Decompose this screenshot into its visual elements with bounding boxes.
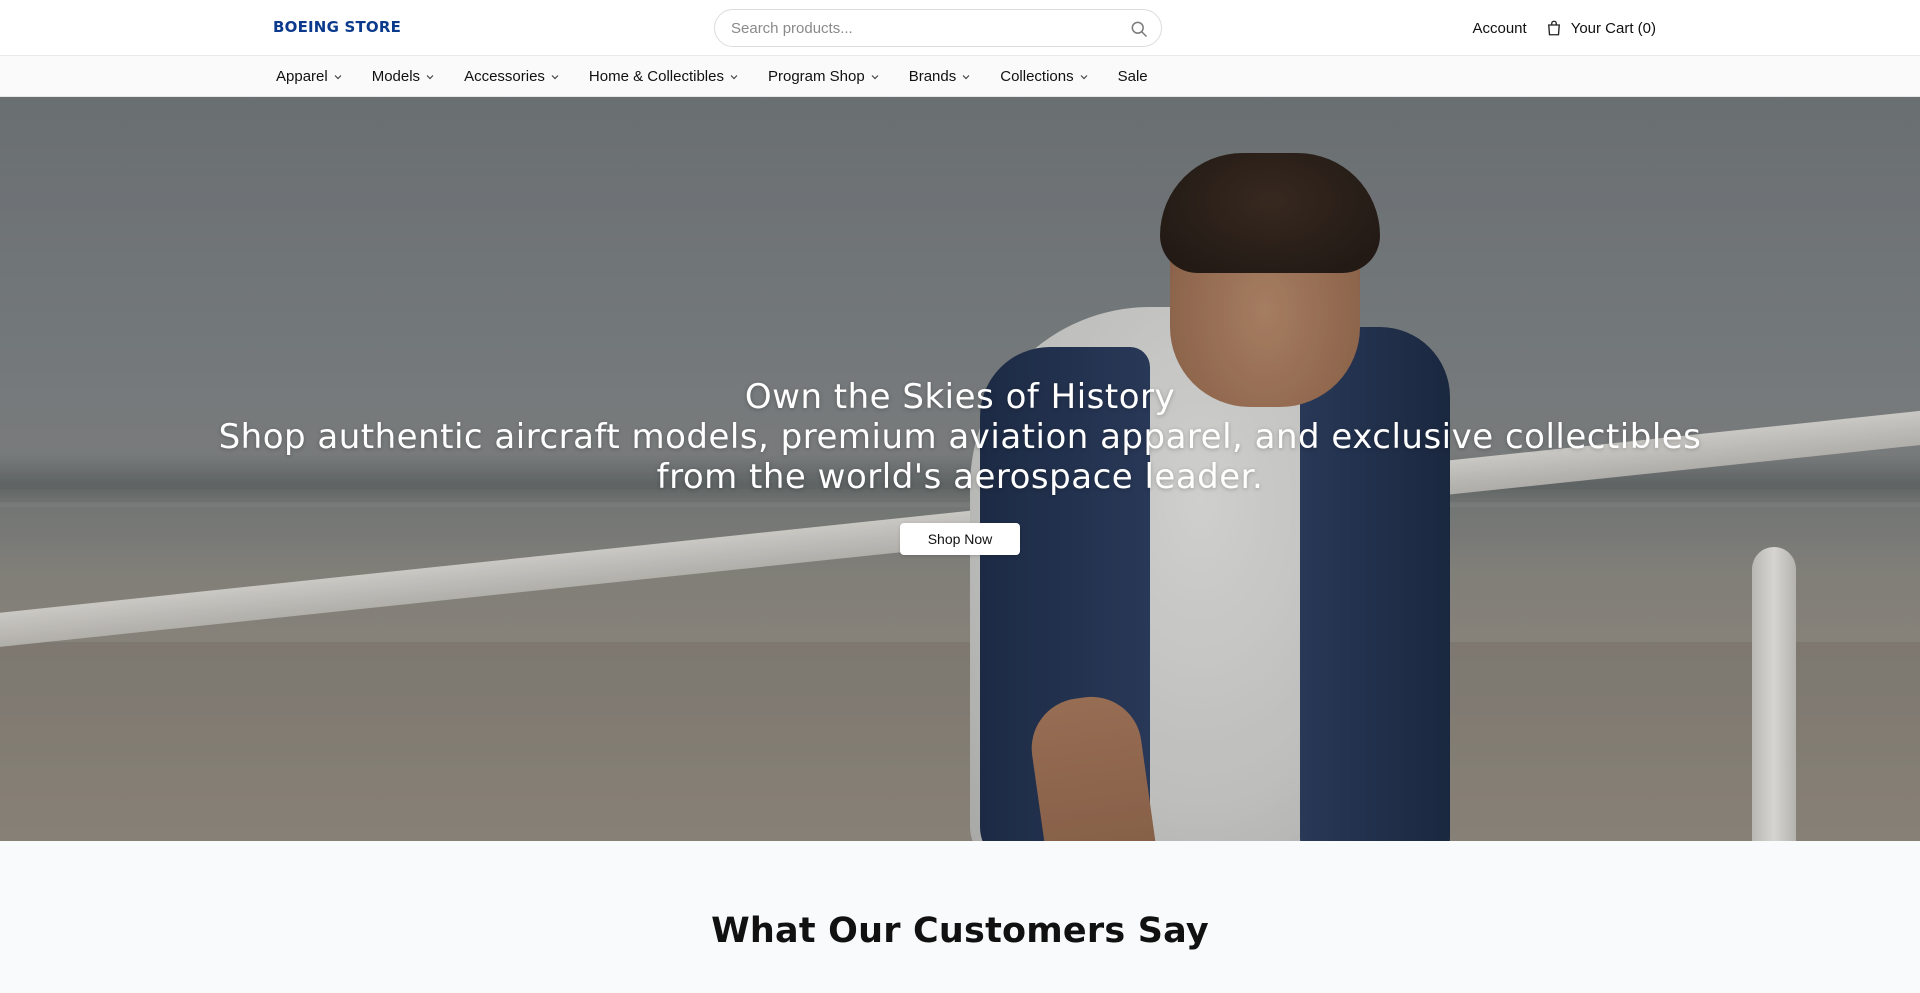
hero-subtitle: Shop authentic aircraft models, premium … (218, 417, 1702, 497)
nav-item-label: Apparel (276, 68, 328, 85)
account-link[interactable]: Account (1472, 20, 1526, 37)
chevron-down-icon (962, 74, 970, 79)
nav-item-apparel[interactable]: Apparel (276, 68, 343, 85)
nav-item-label: Collections (1000, 68, 1074, 85)
reviews-heading: What Our Customers Say (711, 911, 1209, 951)
nav-item-label: Models (371, 68, 421, 85)
category-nav: Apparel Models Accessories Home & Collec… (0, 56, 1920, 97)
header-actions: Account Your Cart (0) (1472, 0, 1656, 56)
nav-item-sale[interactable]: Sale (1118, 68, 1148, 85)
chevron-down-icon (1080, 74, 1088, 79)
search-input[interactable] (715, 19, 1115, 37)
hero-content: Own the Skies of History Shop authentic … (0, 377, 1920, 555)
cart-link[interactable]: Your Cart (0) (1545, 19, 1656, 37)
shopping-bag-icon (1547, 20, 1560, 36)
search-bar[interactable] (714, 9, 1162, 47)
nav-item-label: Accessories (464, 68, 545, 85)
nav-item-label: Program Shop (767, 68, 865, 85)
chevron-down-icon (730, 74, 738, 79)
nav-item-home-collectibles[interactable]: Home & Collectibles (589, 68, 739, 85)
search-icon[interactable] (1129, 19, 1149, 39)
customer-reviews-section: What Our Customers Say (0, 841, 1920, 993)
nav-item-program-shop[interactable]: Program Shop (768, 68, 880, 85)
nav-item-label: Sale (1117, 68, 1148, 85)
chevron-down-icon (871, 74, 879, 79)
chevron-down-icon (426, 74, 434, 79)
nav-item-label: Brands (908, 68, 957, 85)
store-logo[interactable]: BOEING STORE (273, 18, 401, 36)
cart-label: Your Cart (0) (1570, 19, 1656, 37)
nav-item-collections[interactable]: Collections (1000, 68, 1088, 85)
shop-now-button[interactable]: Shop Now (900, 523, 1020, 555)
nav-item-accessories[interactable]: Accessories (464, 68, 560, 85)
nav-item-models[interactable]: Models (372, 68, 435, 85)
hero-banner: Own the Skies of History Shop authentic … (0, 97, 1920, 841)
site-header: BOEING STORE Account Your Cart (0) (0, 0, 1920, 56)
chevron-down-icon (334, 74, 342, 79)
nav-item-brands[interactable]: Brands (909, 68, 972, 85)
hero-title: Own the Skies of History (744, 377, 1176, 417)
nav-item-label: Home & Collectibles (588, 68, 724, 85)
chevron-down-icon (551, 74, 559, 79)
